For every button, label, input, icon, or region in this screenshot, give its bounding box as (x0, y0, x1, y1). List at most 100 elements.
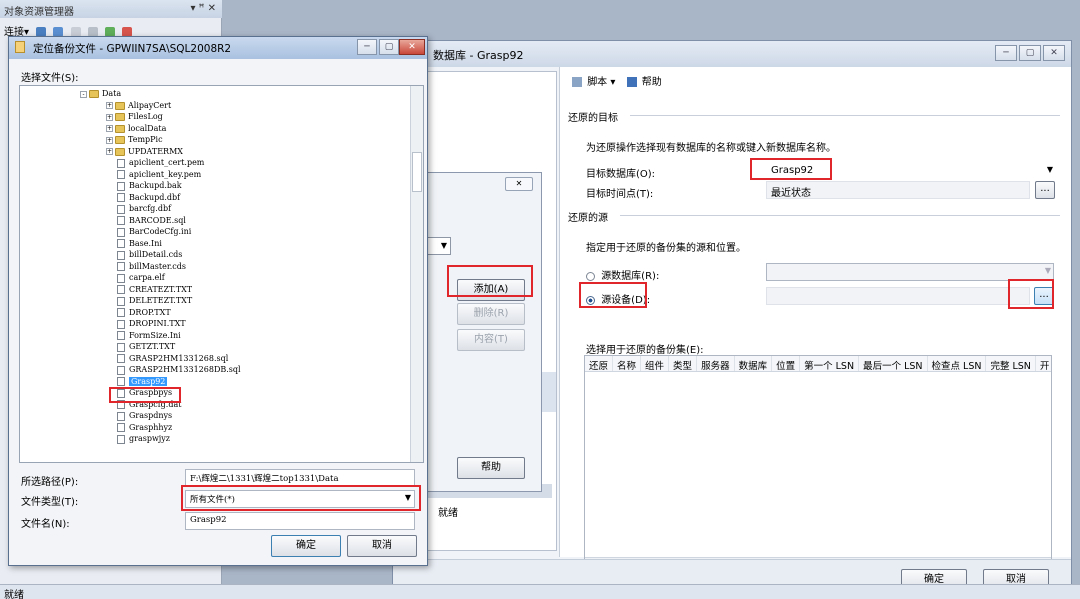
backupsets-grid[interactable]: 还原 名称 组件 类型 服务器 数据库 位置 第一个 LSN 最后一个 LSN 检查点 LSN 完整… (584, 355, 1052, 573)
source-device-option[interactable]: 源设备(D): (586, 291, 650, 306)
tree-folder-item[interactable]: + AlipayCert (106, 100, 171, 112)
tree-file-item[interactable]: Graspbpys (106, 387, 172, 399)
tree-item-label: Backupd.dbf (129, 192, 181, 202)
close-icon[interactable]: ✕ (399, 39, 425, 55)
tree-file-item[interactable]: DROPINI.TXT (106, 318, 186, 330)
tree-file-item[interactable]: apiclient_cert.pem (106, 157, 204, 169)
source-hint: 指定用于还原的备份集的源和位置。 (586, 243, 746, 254)
source-db-radio[interactable] (586, 271, 595, 281)
help-button[interactable]: 帮助 (457, 457, 525, 479)
tree-folder-item[interactable]: + TempPic (106, 134, 163, 146)
close-icon[interactable]: ✕ (505, 177, 533, 191)
maximize-icon[interactable]: ▢ (379, 39, 399, 55)
file-type-value: 所有文件(*) (190, 495, 235, 505)
tree-folder-item[interactable]: - Data (80, 88, 121, 100)
tree-file-item[interactable]: GRASP2HM1331268DB.sql (106, 364, 241, 376)
tree-item-label: Data (102, 89, 122, 98)
tree-file-item[interactable]: DROP.TXT (106, 307, 171, 319)
tree-file-item[interactable]: apiclient_key.pem (106, 169, 201, 181)
path-field[interactable]: F:\辉煌二\1331\辉煌二top1331\Data (185, 469, 415, 487)
minimize-icon[interactable]: ─ (995, 45, 1017, 61)
maximize-icon[interactable]: ▢ (1019, 45, 1041, 61)
tree-file-item[interactable]: Backupd.bak (106, 180, 182, 192)
restore-general-page: 脚本 ▾ 帮助 还原的目标 为还原操作选择现有数据库的名称或键入新数据库名称。 … (559, 67, 1071, 573)
tree-file-item[interactable]: BARCODE.sql (106, 215, 186, 227)
target-db-combo[interactable]: Grasp92 ▼ (766, 162, 1056, 180)
tree-item-label: apiclient_cert.pem (129, 158, 205, 167)
tree-item-label: graspwjyz (129, 434, 171, 443)
add-button[interactable]: 添加(A) (457, 279, 525, 301)
tree-file-item[interactable]: Graspcfg.dat (106, 399, 181, 411)
expand-icon[interactable]: + (106, 148, 113, 155)
tree-file-item[interactable]: FormSize.Ini (106, 330, 181, 342)
grid-col-header[interactable]: 第一个 LSN (800, 356, 860, 371)
grid-col-header[interactable]: 还原 (585, 356, 614, 371)
scrollbar-thumb[interactable] (412, 152, 422, 192)
grid-col-header[interactable]: 检查点 LSN (928, 356, 987, 371)
chevron-down-icon[interactable]: ▼ (405, 493, 411, 502)
tree-file-item[interactable]: Base.Ini (106, 238, 162, 250)
tree-folder-item[interactable]: + localData (106, 123, 166, 135)
cancel-button[interactable]: 取消 (347, 535, 417, 557)
tree-file-item[interactable]: billDetail.cds (106, 249, 182, 261)
collapse-icon[interactable]: - (80, 90, 87, 98)
source-device-field[interactable] (766, 287, 1030, 305)
expand-icon[interactable]: + (106, 113, 113, 121)
tree-file-item[interactable]: Graspdnys (106, 410, 172, 422)
tree-item-label: Base.Ini (129, 238, 162, 248)
tree-file-item[interactable]: BarCodeCfg.ini (106, 226, 191, 238)
tree-file-item[interactable]: billMaster.cds (106, 261, 186, 273)
tree-file-item[interactable]: Backupd.dbf (106, 192, 180, 204)
grid-col-header[interactable]: 最后一个 LSN (859, 356, 928, 371)
tree-folder-item[interactable]: + FilesLog (106, 111, 163, 123)
tree-item-label: localData (128, 123, 167, 133)
target-time-browse-button[interactable]: ... (1035, 181, 1055, 199)
grid-col-header[interactable]: 开 (1036, 356, 1051, 371)
folder-icon (89, 90, 99, 98)
vertical-scrollbar[interactable] (410, 86, 423, 462)
tree-file-item[interactable]: Grasp92 (106, 376, 168, 388)
script-icon (572, 77, 582, 87)
source-device-radio[interactable] (586, 295, 595, 305)
file-name-field[interactable]: Grasp92 (185, 512, 415, 530)
grid-col-header[interactable]: 组件 (641, 356, 670, 371)
tree-item-label: billDetail.cds (129, 250, 183, 259)
tree-file-item[interactable]: graspwjyz (106, 433, 170, 445)
tree-file-item[interactable]: Grasphhyz (106, 422, 172, 434)
source-device-browse-button[interactable]: ... (1034, 287, 1054, 305)
tree-file-item[interactable]: CREATEZT.TXT (106, 284, 192, 296)
file-tree[interactable]: - Data + AlipayCert + FilesLog + localData + Temp… (19, 85, 424, 463)
help-button[interactable]: 帮助 (642, 77, 662, 88)
grid-col-header[interactable]: 类型 (669, 356, 698, 371)
status-text: 就绪 (4, 590, 24, 599)
tree-folder-item[interactable]: + UPDATERMX (106, 146, 183, 158)
tree-file-item[interactable]: GETZT.TXT (106, 341, 175, 353)
tree-file-item[interactable]: barcfg.dbf (106, 203, 171, 215)
file-type-select[interactable]: 所有文件(*) ▼ (185, 490, 415, 508)
grid-col-header[interactable]: 完整 LSN (986, 356, 1036, 371)
grid-col-header[interactable]: 位置 (772, 356, 801, 371)
ok-button[interactable]: 确定 (271, 535, 341, 557)
source-db-option[interactable]: 源数据库(R): (586, 267, 659, 282)
grid-col-header[interactable]: 服务器 (697, 356, 735, 371)
folder-icon (115, 136, 125, 144)
panel-controls[interactable]: ▾ ꟸ ✕ (190, 3, 216, 14)
file-icon (117, 308, 125, 317)
tree-file-item[interactable]: DELETEZT.TXT (106, 295, 192, 307)
source-db-label: 源数据库(R): (601, 271, 660, 282)
tree-file-item[interactable]: carpa.elf (106, 272, 165, 284)
grid-col-header[interactable]: 数据库 (735, 356, 773, 371)
tree-item-label: DELETEZT.TXT (129, 296, 193, 305)
file-icon (117, 273, 125, 283)
expand-icon[interactable]: + (106, 136, 113, 144)
close-icon[interactable]: ✕ (1043, 45, 1065, 61)
minimize-icon[interactable]: ─ (357, 39, 377, 55)
tree-file-item[interactable]: GRASP2HM1331268.sql (106, 353, 228, 365)
expand-icon[interactable]: + (106, 102, 113, 109)
grid-col-header[interactable]: 名称 (613, 356, 642, 371)
script-button[interactable]: 脚本 ▾ (587, 77, 615, 88)
expand-icon[interactable]: + (106, 125, 113, 132)
tree-item-label: barcfg.dbf (129, 204, 172, 213)
file-icon (117, 170, 125, 179)
chevron-down-icon[interactable]: ▼ (1047, 165, 1053, 174)
